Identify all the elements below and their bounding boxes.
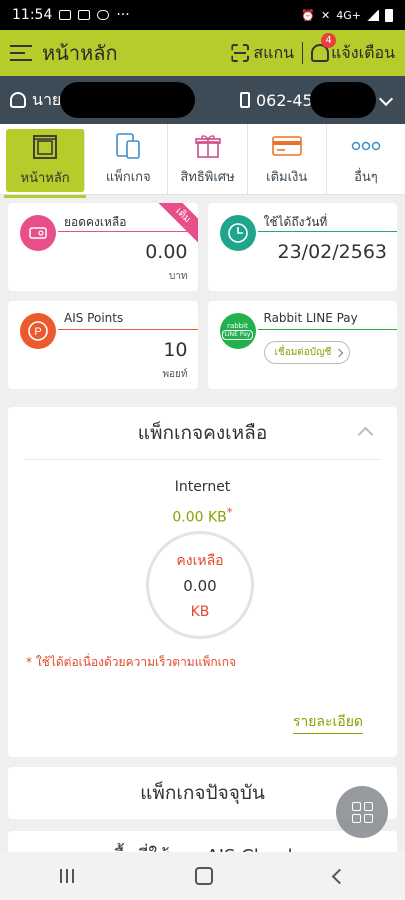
rabbit-line-pay-card: rabbit LINE Pay Rabbit LINE Pay เชื่อมต่… [207, 301, 397, 389]
status-time: 11:54 [12, 7, 53, 23]
divider [302, 42, 304, 64]
divider [58, 231, 198, 232]
scan-icon [231, 44, 249, 62]
app-bar: หน้าหลัก สแกน 4 แจ้งเตือน [0, 30, 405, 76]
details-link[interactable]: รายละเอียด [292, 711, 363, 734]
network-type: 4G+ [336, 8, 361, 22]
tab-label: สิทธิพิเศษ [180, 169, 235, 185]
gauge-title: คงเหลือ [176, 553, 224, 569]
redaction-mask [310, 82, 376, 118]
summary-cards: ยอดคงเหลือ 0.00 บาท เติม ใช้ได้ถึงวันที่… [0, 195, 405, 397]
divider [58, 329, 198, 330]
menu-icon[interactable] [10, 45, 32, 61]
topup-ribbon[interactable]: เติม [151, 203, 198, 247]
tab-label: หน้าหลัก [20, 171, 70, 186]
tab-more[interactable]: อื่นๆ [327, 124, 405, 194]
ais-points-card[interactable]: P AIS Points 10 พอยท์ [8, 301, 198, 389]
card-title: ใช้ได้ถึงวันที่ [263, 215, 328, 229]
chevron-down-icon[interactable] [378, 91, 394, 107]
line-notification-icon [97, 10, 110, 20]
user-bar[interactable]: นาย ฐ 062-459-2 [0, 76, 405, 124]
gift-icon [194, 132, 221, 160]
card-title: Rabbit LINE Pay [263, 311, 358, 325]
gauge-value: 0.00 [183, 577, 217, 595]
notification-button[interactable]: 4 แจ้งเตือน [311, 32, 395, 66]
balance-value: 0.00 [145, 241, 188, 263]
tab-topup[interactable]: เติมเงิน [248, 124, 327, 194]
scan-label: สแกน [253, 42, 295, 62]
valid-date: 23/02/2563 [277, 241, 387, 263]
system-nav-bar [0, 852, 405, 900]
more-notifications-dots: ··· [116, 7, 130, 23]
card-title: ยอดคงเหลือ [64, 215, 127, 229]
quick-menu-button[interactable] [336, 786, 388, 838]
points-value: 10 [163, 339, 188, 361]
wallet-icon [20, 215, 56, 251]
grid-icon [351, 801, 373, 823]
tab-privileges[interactable]: สิทธิพิเศษ [168, 124, 248, 194]
balance-unit: บาท [168, 271, 188, 282]
page-title: หน้าหลัก [42, 41, 118, 65]
remaining-package-panel: แพ็กเกจคงเหลือ Internet 0.00 KB* คงเหลือ… [8, 407, 397, 757]
notification-badge: 4 [321, 32, 337, 48]
tab-package[interactable]: แพ็กเกจ [89, 124, 169, 194]
phone-icon [240, 92, 250, 108]
user-icon [10, 92, 26, 108]
gallery-notification-icon [59, 10, 72, 20]
package-amount: 0.00 KB* [172, 505, 233, 526]
recent-apps-icon[interactable] [60, 869, 75, 883]
message-notification-icon [78, 10, 91, 20]
back-icon[interactable] [331, 868, 347, 884]
home-button-icon[interactable] [194, 867, 213, 885]
gauge-unit: KB [190, 604, 210, 620]
svg-text:P: P [34, 326, 41, 338]
card-title: AIS Points [64, 311, 124, 325]
signal-icon [367, 9, 379, 21]
tab-label: แพ็กเกจ [105, 169, 151, 185]
balance-card[interactable]: ยอดคงเหลือ 0.00 บาท เติม [8, 203, 198, 291]
divider [257, 231, 397, 232]
speed-note: * ใช้ได้ต่อเนื่องด้วยความเร็วตามแพ็กเกจ [26, 655, 237, 669]
tab-home[interactable]: หน้าหลัก [3, 129, 87, 198]
scan-button[interactable]: สแกน [231, 41, 294, 66]
remaining-gauge: คงเหลือ 0.00 KB [146, 531, 254, 639]
status-bar: 11:54 ··· ⏰ ✕ 4G+ [0, 0, 405, 30]
redaction-mask [60, 82, 195, 118]
tab-label: อื่นๆ [354, 169, 378, 185]
card-icon [271, 132, 302, 160]
tab-label: เติมเงิน [266, 169, 308, 185]
mute-icon: ✕ [321, 8, 331, 22]
clock-icon [219, 215, 256, 251]
more-icon [351, 132, 381, 160]
divider [257, 329, 397, 330]
connect-account-button[interactable]: เชื่อมต่อบัญชี [263, 341, 351, 364]
section-heading: แพ็กเกจคงเหลือ [24, 407, 381, 460]
main-tabs: หน้าหลัก แพ็กเกจ สิทธิพิเศษ เติมเงิน อื่… [0, 124, 405, 198]
home-icon [32, 133, 58, 161]
valid-until-card: ใช้ได้ถึงวันที่ 23/02/2563 [207, 203, 397, 291]
points-icon: P [20, 313, 56, 349]
battery-icon [385, 8, 393, 22]
notification-label: แจ้งเตือน [331, 42, 395, 62]
devices-icon [115, 132, 141, 160]
alarm-icon: ⏰ [301, 8, 316, 22]
rabbit-line-pay-logo: rabbit LINE Pay [219, 313, 256, 349]
points-unit: พอยท์ [162, 369, 188, 380]
package-type: Internet [174, 479, 231, 495]
